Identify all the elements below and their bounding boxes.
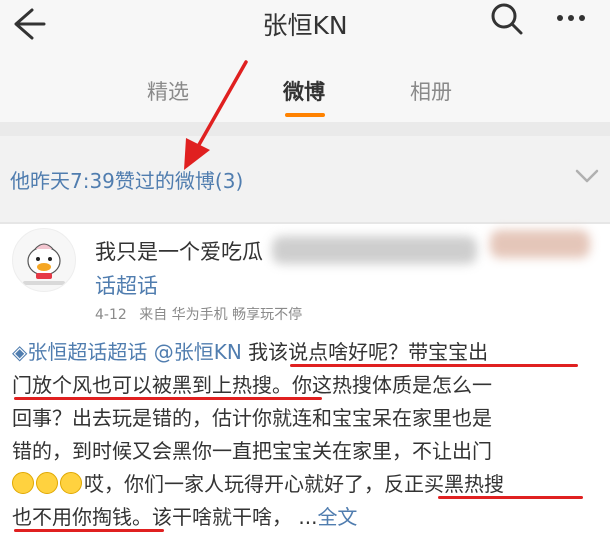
topic-link[interactable]: 话超话 <box>95 270 158 300</box>
post-author-name[interactable]: 我只是一个爱吃瓜 <box>95 236 263 266</box>
content-text: 我该说点啥好呢？带宝宝出 <box>241 340 489 364</box>
annotation-underline <box>14 397 322 400</box>
emoji-laugh-cry-icon <box>60 472 82 494</box>
content-text: 也不用你掏钱。该干啥就干啥， ... <box>12 505 318 529</box>
annotation-underline <box>14 529 164 532</box>
content-line: 错的，到时候又会黑你一直把宝宝关在家里，不让出门 <box>12 439 492 463</box>
read-more-link[interactable]: 全文 <box>317 505 357 529</box>
duck-avatar-icon <box>23 243 65 285</box>
post-meta: 4-12 来自 华为手机 畅享玩不停 <box>95 304 302 324</box>
annotation-underline <box>290 364 578 367</box>
more-icon[interactable] <box>556 8 586 28</box>
blurred-username <box>272 236 477 264</box>
tab-featured[interactable]: 精选 <box>147 76 189 106</box>
liked-posts-label[interactable]: 他昨天7:39赞过的微博(3) <box>10 165 243 194</box>
content-line: 回事？出去玩是错的，估计你就连和宝宝呆在家里也是 <box>12 406 492 430</box>
post-time: 4-12 <box>95 307 127 323</box>
active-tab-indicator <box>285 113 325 117</box>
blurred-avatar-mark <box>490 230 590 258</box>
search-icon[interactable] <box>490 2 524 36</box>
super-topic-link[interactable]: ◈张恒超话超话 @张恒KN <box>12 340 242 364</box>
emoji-laugh-cry-icon <box>12 472 34 494</box>
post-source: 来自 华为手机 畅享玩不停 <box>139 307 303 323</box>
section-gap <box>0 122 610 136</box>
content-text: 哎，你们一家人玩得开心就好了，反正买黑热搜 <box>84 472 504 496</box>
emoji-laugh-cry-icon <box>36 472 58 494</box>
tab-bar: 精选 微博 相册 <box>0 48 610 122</box>
avatar[interactable] <box>12 228 76 292</box>
tab-weibo[interactable]: 微博 <box>283 76 325 106</box>
annotation-underline <box>438 496 583 499</box>
chevron-down-icon[interactable] <box>574 166 600 186</box>
tab-album[interactable]: 相册 <box>410 76 452 106</box>
